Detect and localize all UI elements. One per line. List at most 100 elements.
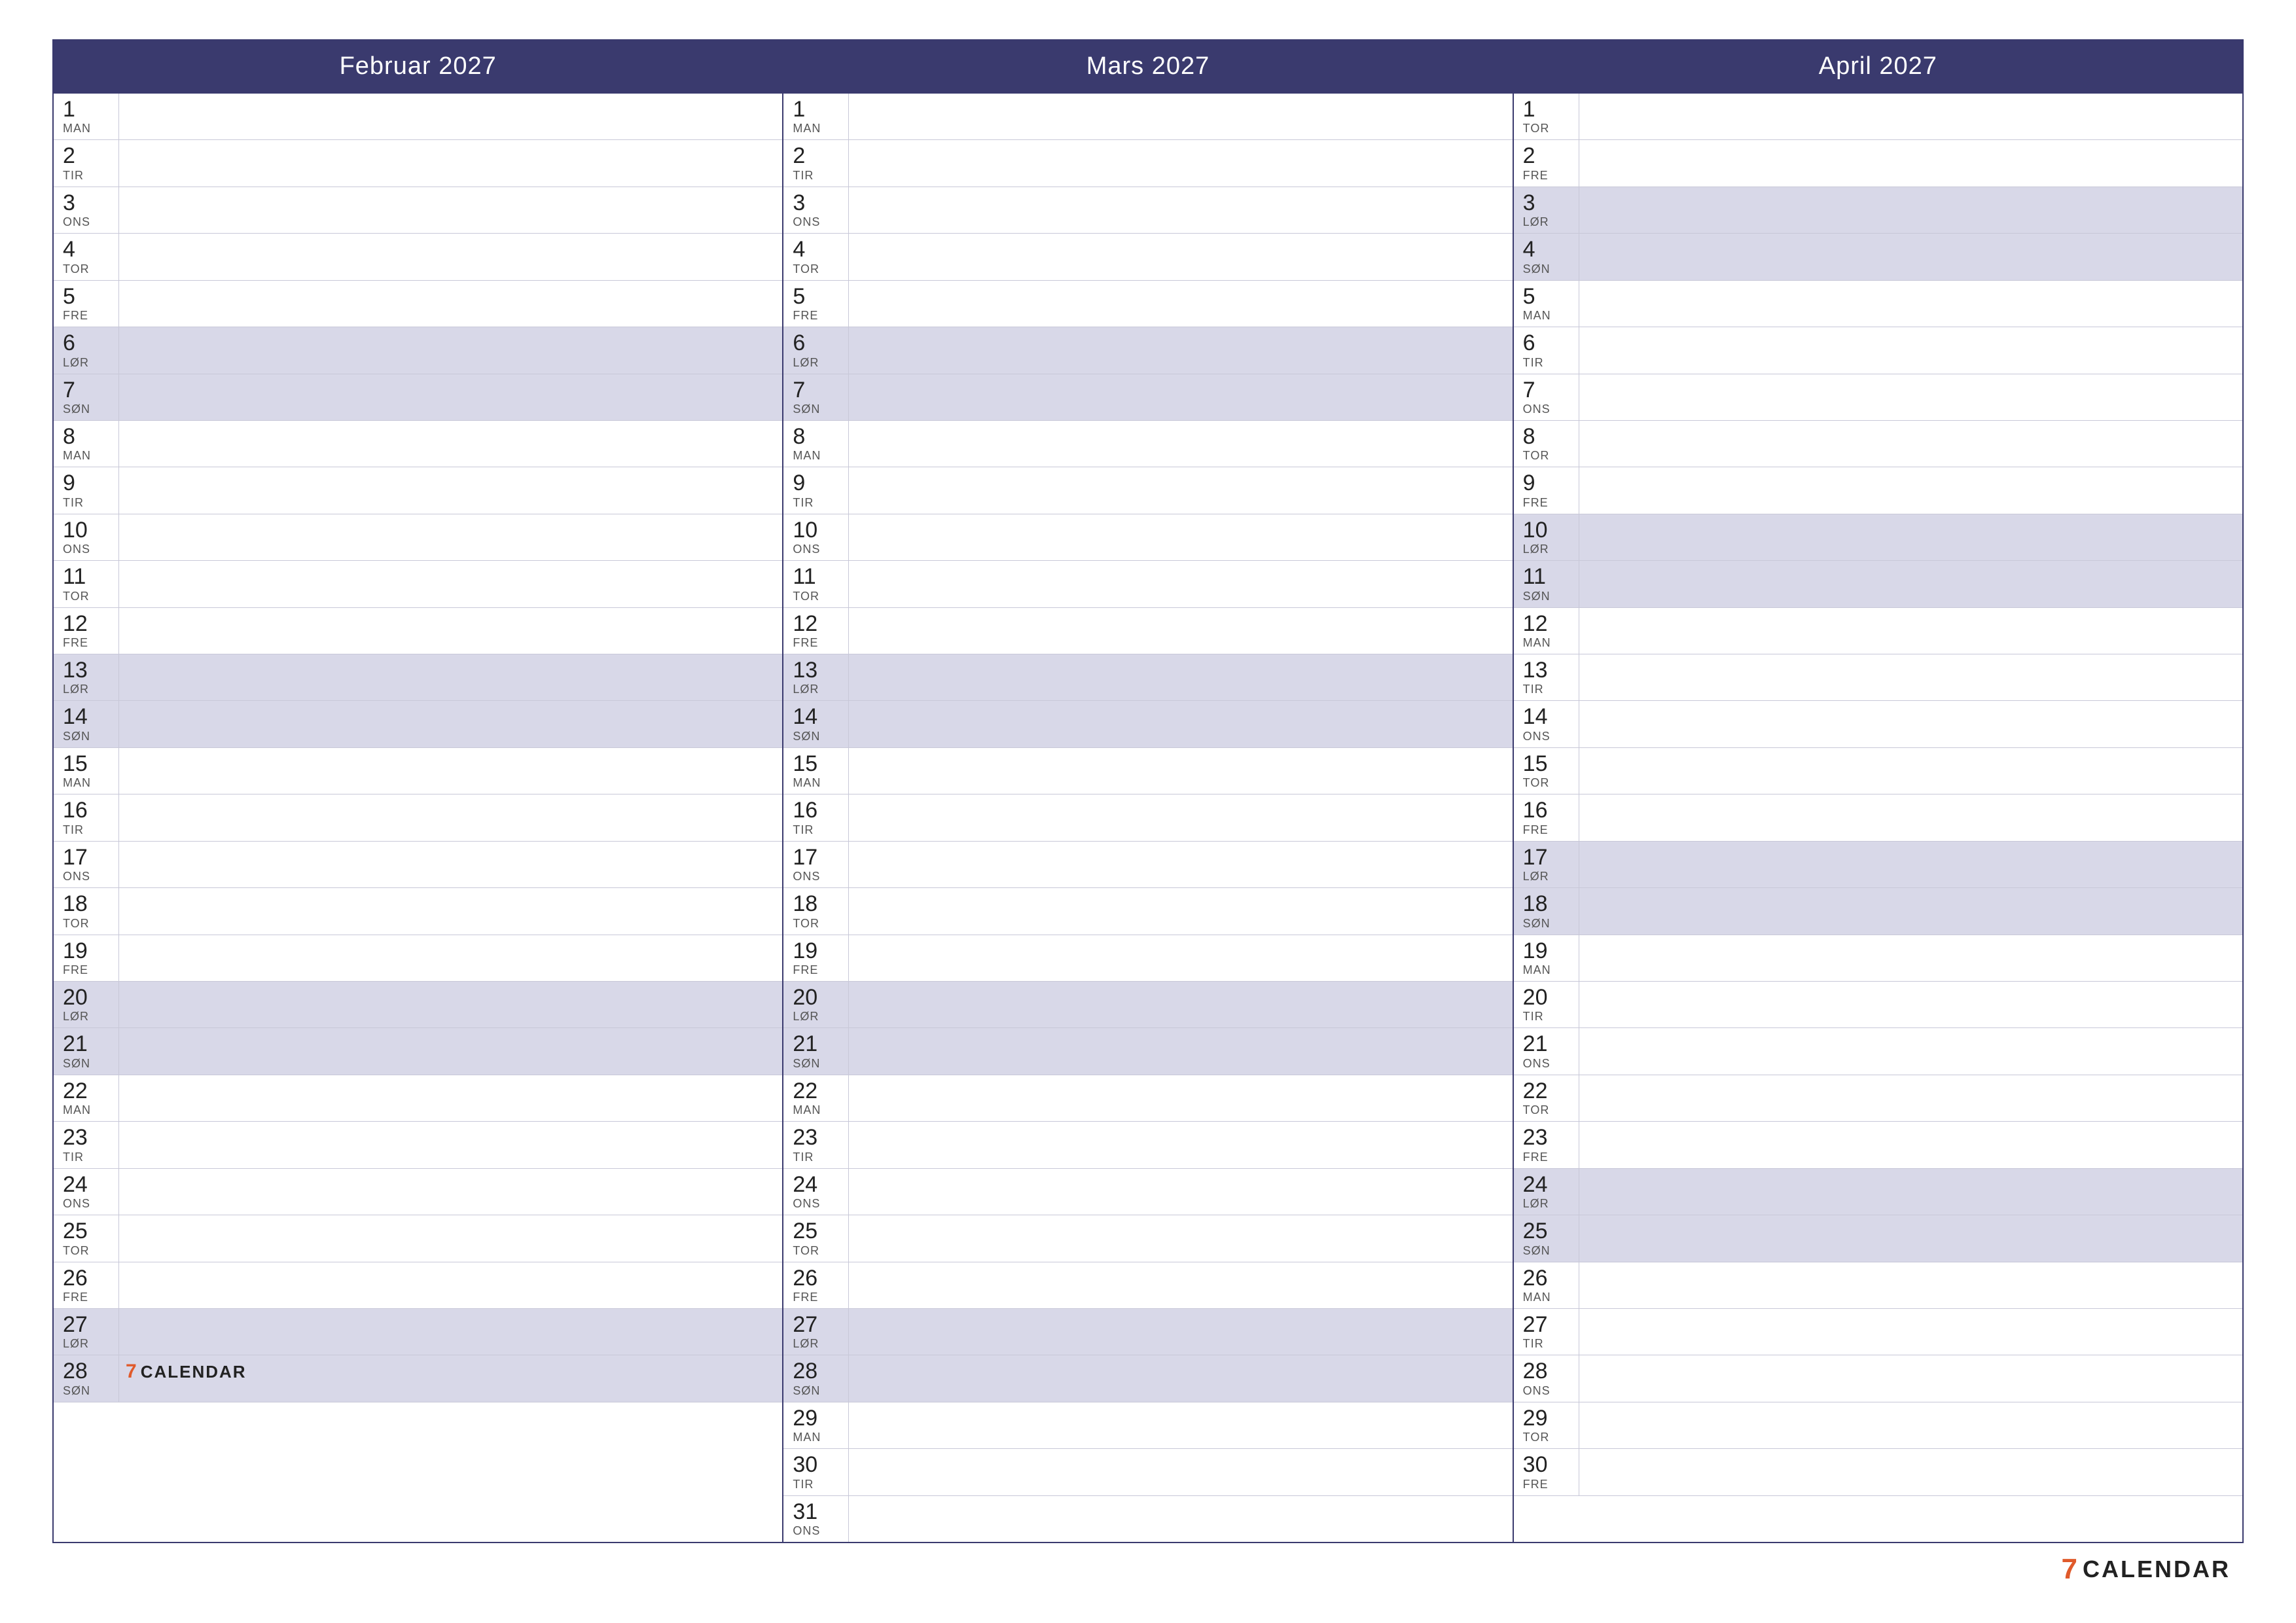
day-name: SØN: [793, 1384, 843, 1398]
day-number: 24: [63, 1173, 113, 1197]
day-name: TIR: [793, 1478, 843, 1491]
day-content: [119, 467, 782, 513]
day-row: 7SØN: [54, 374, 782, 421]
day-name: ONS: [1523, 1057, 1573, 1071]
day-content: [849, 421, 1512, 467]
month-col-1: Mars 20271MAN2TIR3ONS4TOR5FRE6LØR7SØN8MA…: [783, 41, 1513, 1542]
day-name: TOR: [1523, 1431, 1573, 1444]
day-content: [119, 234, 782, 279]
day-content: [849, 1169, 1512, 1215]
day-row: 21ONS: [1514, 1028, 2242, 1075]
day-number-col: 4SØN: [1514, 234, 1579, 279]
day-number-col: 13LØR: [54, 654, 119, 700]
day-number: 13: [63, 658, 113, 683]
day-name: FRE: [1523, 496, 1573, 510]
day-content: [119, 794, 782, 840]
day-number-col: 4TOR: [783, 234, 849, 279]
day-row: 30FRE: [1514, 1449, 2242, 1495]
day-name: LØR: [63, 356, 113, 370]
day-number: 7: [793, 378, 843, 402]
day-content: [1579, 140, 2242, 186]
day-row: 22MAN: [54, 1075, 782, 1122]
day-number: 22: [1523, 1079, 1573, 1103]
day-number-col: 26FRE: [783, 1262, 849, 1308]
day-content: [119, 374, 782, 420]
day-row: 17ONS: [783, 842, 1512, 888]
day-row: 7ONS: [1514, 374, 2242, 421]
day-content: [849, 561, 1512, 607]
day-name: TOR: [793, 590, 843, 603]
day-content: [119, 140, 782, 186]
day-name: TOR: [63, 1244, 113, 1258]
day-number: 26: [793, 1266, 843, 1291]
day-content: [1579, 1122, 2242, 1168]
day-number: 28: [1523, 1359, 1573, 1383]
day-row: 14SØN: [54, 701, 782, 747]
day-number-col: 8MAN: [54, 421, 119, 467]
day-row: 12FRE: [783, 608, 1512, 654]
day-number: 5: [793, 285, 843, 309]
day-number-col: 22MAN: [783, 1075, 849, 1121]
month-header-1: Mars 2027: [783, 41, 1512, 94]
day-name: TIR: [63, 823, 113, 837]
day-content: [119, 561, 782, 607]
day-name: FRE: [1523, 823, 1573, 837]
day-row: 27LØR: [783, 1309, 1512, 1355]
day-row: 13LØR: [54, 654, 782, 701]
day-row: 26FRE: [54, 1262, 782, 1309]
day-number-col: 13LØR: [783, 654, 849, 700]
day-name: TOR: [793, 917, 843, 931]
day-name: SØN: [63, 402, 113, 416]
day-row: 11TOR: [54, 561, 782, 607]
day-name: ONS: [1523, 402, 1573, 416]
day-row: 20TIR: [1514, 982, 2242, 1028]
day-content: [849, 1075, 1512, 1121]
day-name: FRE: [63, 309, 113, 323]
day-number-col: 21SØN: [54, 1028, 119, 1074]
day-name: FRE: [793, 636, 843, 650]
day-number: 14: [63, 705, 113, 729]
day-number: 16: [63, 798, 113, 823]
day-number-col: 9TIR: [783, 467, 849, 513]
day-row: 21SØN: [783, 1028, 1512, 1075]
day-content: [1579, 561, 2242, 607]
day-name: TIR: [793, 823, 843, 837]
day-content: [1579, 514, 2242, 560]
day-content: [1579, 1355, 2242, 1401]
day-name: TOR: [1523, 1103, 1573, 1117]
day-row: 10LØR: [1514, 514, 2242, 561]
day-number-col: 15MAN: [54, 748, 119, 794]
day-row: 5MAN: [1514, 281, 2242, 327]
day-number: 28: [793, 1359, 843, 1383]
day-content: [1579, 374, 2242, 420]
day-content: [849, 935, 1512, 981]
day-number-col: 25SØN: [1514, 1215, 1579, 1261]
day-number-col: 6LØR: [54, 327, 119, 373]
day-name: LØR: [1523, 215, 1573, 229]
day-row: 15MAN: [54, 748, 782, 794]
day-content: [849, 608, 1512, 654]
day-number: 6: [1523, 331, 1573, 355]
day-content: [849, 842, 1512, 887]
day-number-col: 11TOR: [54, 561, 119, 607]
day-number-col: 21SØN: [783, 1028, 849, 1074]
day-number-col: 26MAN: [1514, 1262, 1579, 1308]
day-number-col: 30FRE: [1514, 1449, 1579, 1495]
day-number: 11: [63, 565, 113, 589]
day-row: 16TIR: [54, 794, 782, 841]
day-content: [119, 281, 782, 327]
day-row: 14ONS: [1514, 701, 2242, 747]
day-row: 5FRE: [54, 281, 782, 327]
day-content: [119, 327, 782, 373]
day-row: 22TOR: [1514, 1075, 2242, 1122]
day-content: [119, 1215, 782, 1261]
day-number-col: 8TOR: [1514, 421, 1579, 467]
day-content: [1579, 234, 2242, 279]
day-name: TOR: [793, 262, 843, 276]
day-name: LØR: [1523, 543, 1573, 556]
day-number-col: 13TIR: [1514, 654, 1579, 700]
day-row: 18SØN: [1514, 888, 2242, 935]
day-row: 26FRE: [783, 1262, 1512, 1309]
day-row: 14SØN: [783, 701, 1512, 747]
day-content: [849, 467, 1512, 513]
